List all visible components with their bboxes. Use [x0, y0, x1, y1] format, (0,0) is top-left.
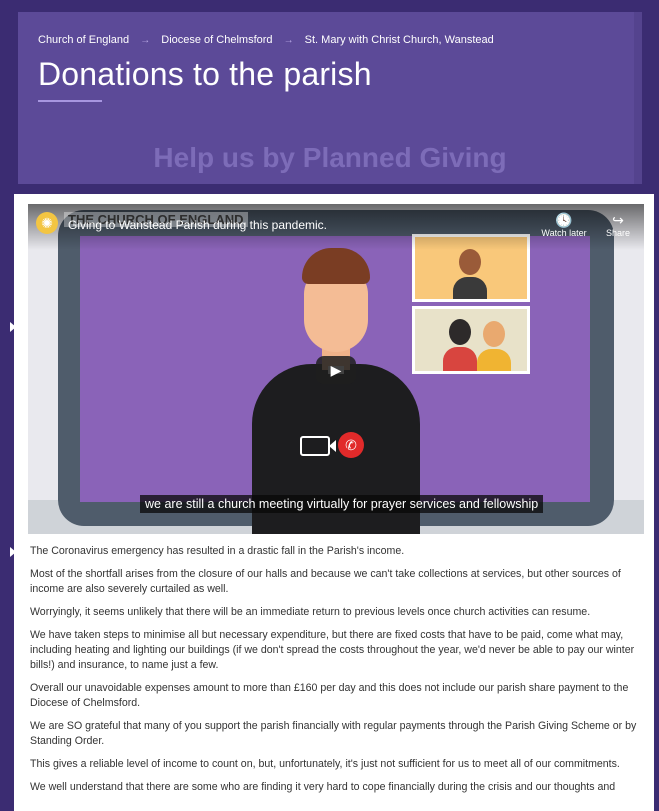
left-margin-bar: [0, 190, 14, 811]
video-player[interactable]: ✺ THE CHURCH OF ENGLAND Giving to Wanste…: [28, 204, 644, 534]
article-paragraph: We have taken steps to minimise all but …: [30, 629, 635, 671]
page-header: Church of England → Diocese of Chelmsfor…: [18, 12, 642, 184]
camera-icon: [300, 436, 336, 456]
hang-up-icon: ✆: [338, 432, 364, 458]
share-button[interactable]: ↪ Share: [590, 212, 644, 238]
caller-body: [443, 347, 477, 371]
video-caption: we are still a church meeting virtually …: [140, 495, 544, 513]
video-title[interactable]: Giving to Wanstead Parish during this pa…: [68, 218, 327, 232]
article-paragraph: We are SO grateful that many of you supp…: [30, 720, 637, 747]
breadcrumb-link-church-of-england[interactable]: Church of England: [38, 34, 129, 46]
caller-head: [483, 321, 505, 347]
share-label: Share: [605, 228, 631, 238]
article-body: The Coronavirus emergency has resulted i…: [30, 544, 646, 803]
margin-marker-icon: [10, 547, 16, 557]
margin-marker-icon: [10, 322, 16, 332]
article-paragraph: The Coronavirus emergency has resulted i…: [30, 545, 405, 557]
page-title: Donations to the parish: [38, 56, 372, 92]
article-paragraph: We well understand that there are some w…: [30, 781, 616, 793]
breadcrumb-link-diocese[interactable]: Diocese of Chelmsford: [161, 34, 272, 46]
clock-icon: 🕓: [555, 212, 573, 228]
channel-logo-icon[interactable]: ✺: [36, 212, 58, 234]
share-icon: ↪: [612, 212, 624, 228]
watch-later-button[interactable]: 🕓 Watch later: [536, 212, 592, 238]
article-paragraph: Most of the shortfall arises from the cl…: [30, 568, 621, 595]
title-underline: [38, 100, 102, 102]
breadcrumb-arrow-icon: →: [283, 34, 294, 46]
section-subheading: Help us by Planned Giving: [153, 142, 507, 173]
right-margin-bar: [654, 190, 659, 811]
breadcrumb-link-parish[interactable]: St. Mary with Christ Church, Wanstead: [305, 34, 494, 46]
caller-head: [449, 319, 471, 345]
play-icon: ▶: [330, 361, 342, 378]
article-paragraph: Overall our unavoidable expenses amount …: [30, 682, 629, 709]
caller-body: [453, 277, 487, 299]
caller-body: [477, 349, 511, 371]
watch-later-label: Watch later: [541, 228, 587, 238]
article-paragraph: This gives a reliable level of income to…: [30, 758, 620, 770]
breadcrumb: Church of England → Diocese of Chelmsfor…: [38, 34, 494, 46]
breadcrumb-arrow-icon: →: [140, 34, 151, 46]
caller-head: [459, 249, 481, 275]
article-paragraph: Worryingly, it seems unlikely that there…: [30, 606, 591, 618]
video-call-window-2: [412, 306, 530, 374]
play-button[interactable]: ▶: [316, 356, 356, 384]
